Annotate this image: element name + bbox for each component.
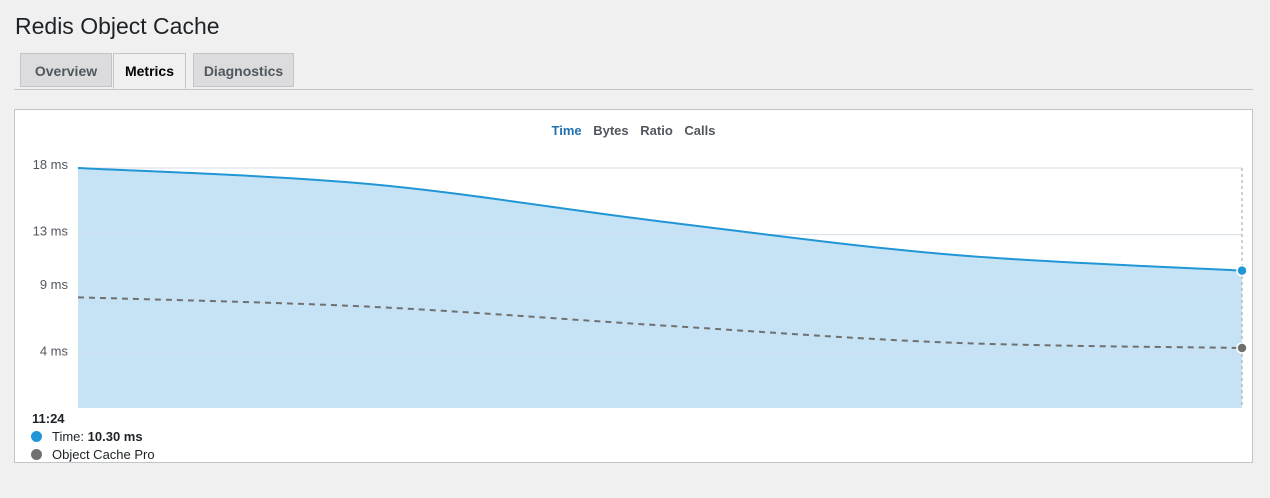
tab-overview[interactable]: Overview — [20, 53, 112, 87]
tooltip-time: 11:24 — [32, 411, 65, 426]
legend-time-value: 10.30 ms — [87, 429, 143, 444]
object-cache-pro-hover-marker — [1236, 342, 1248, 354]
tab-diagnostics[interactable]: Diagnostics — [193, 53, 294, 87]
legend-pro-label: Object Cache Pro — [52, 447, 155, 462]
legend-time: Time: 10.30 ms — [31, 429, 143, 445]
y-tick-label: 4 ms — [40, 344, 69, 359]
tab-metrics[interactable]: Metrics — [113, 53, 186, 89]
legend-time-label: Time: — [52, 429, 85, 444]
legend-time-dot — [31, 431, 42, 442]
y-tick-label: 13 ms — [33, 224, 69, 239]
time-hover-marker — [1236, 264, 1248, 277]
y-tick-label: 9 ms — [40, 277, 69, 292]
legend-object-cache-pro: Object Cache Pro — [31, 447, 155, 463]
y-tick-label: 18 ms — [33, 157, 69, 172]
page-title: Redis Object Cache — [15, 13, 220, 39]
legend-pro-dot — [31, 449, 42, 460]
metrics-panel: Time Bytes Ratio Calls 18 ms 13 ms 9 ms 4 m… — [14, 109, 1253, 463]
tab-bar: Overview Metrics Diagnostics — [14, 53, 1253, 90]
metrics-chart: 18 ms 13 ms 9 ms 4 ms — [33, 157, 1248, 408]
